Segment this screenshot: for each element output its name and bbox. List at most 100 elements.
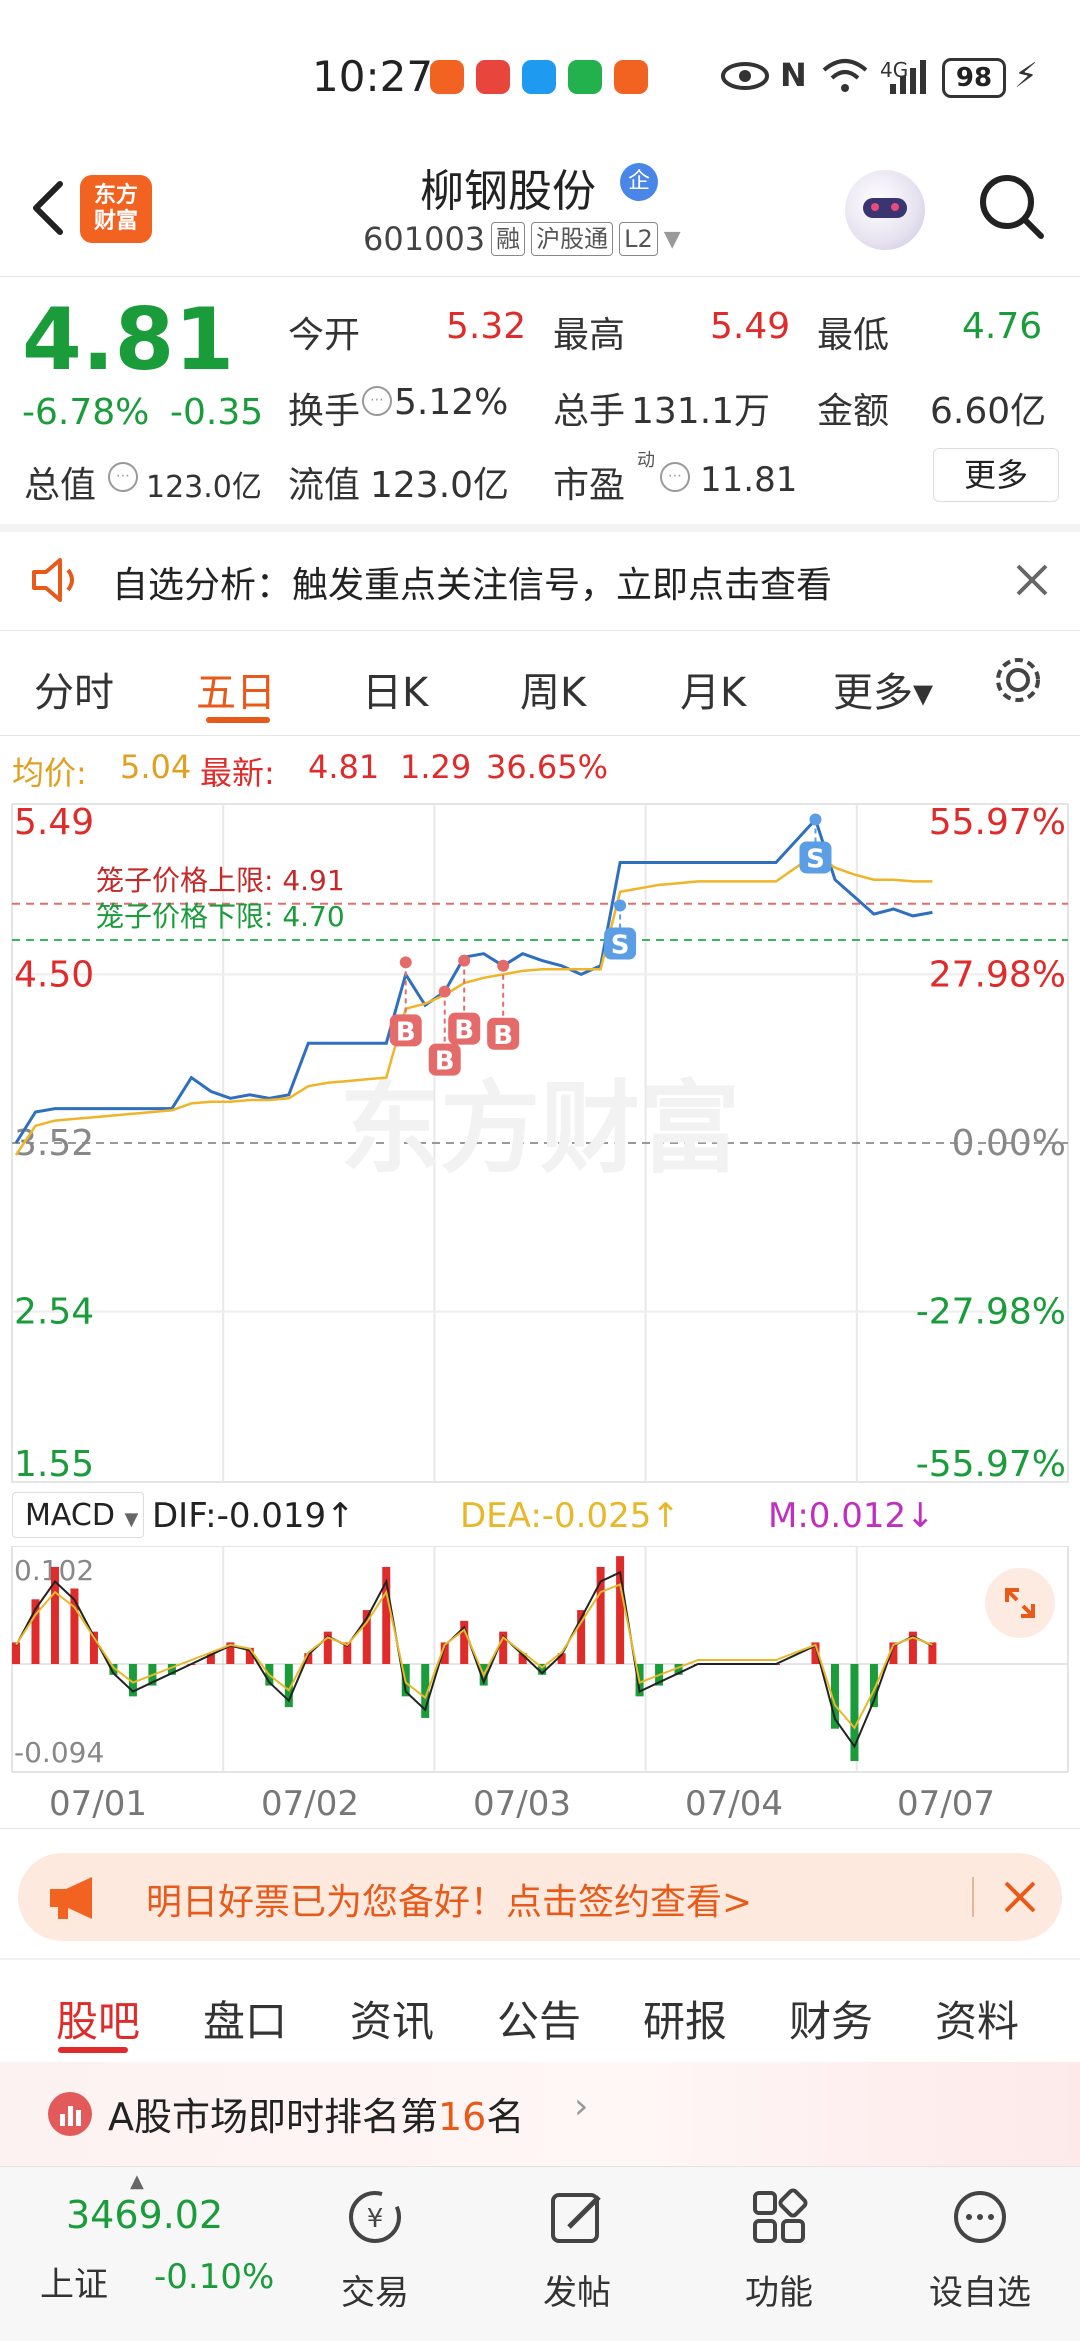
more-quote-button[interactable]: 更多 bbox=[933, 448, 1059, 502]
divider bbox=[0, 735, 1080, 736]
index-change[interactable]: -0.10% bbox=[154, 2257, 274, 2297]
nav-add-watchlist[interactable]: 设自选 bbox=[910, 2181, 1050, 2331]
wifi-icon bbox=[822, 59, 868, 92]
bottom-navigation: ▲ 3469.02 上证 -0.10% ¥ 交易 发帖 功能 设自选 bbox=[0, 2166, 1080, 2341]
app-notification-icon bbox=[430, 60, 464, 94]
volume-value: 131.1万 bbox=[631, 391, 771, 432]
high-value: 5.49 bbox=[710, 306, 791, 347]
trade-marker-label: B bbox=[396, 1017, 416, 1047]
nav-trade[interactable]: ¥ 交易 bbox=[305, 2181, 445, 2331]
pe-label: 市盈 bbox=[553, 465, 626, 506]
close-icon[interactable] bbox=[1002, 1879, 1038, 1915]
tab-announcements[interactable]: 公告 bbox=[497, 1988, 581, 2049]
notice-text: 自选分析：触发重点关注信号，立即点击查看 bbox=[112, 565, 833, 606]
trade-marker-label: B bbox=[454, 1016, 474, 1046]
chevron-up-icon[interactable]: ▲ bbox=[130, 2171, 144, 2192]
tab-forum[interactable]: 股吧 bbox=[56, 1988, 140, 2049]
divider bbox=[0, 630, 1080, 631]
open-label: 今开 bbox=[288, 315, 361, 356]
nav-function[interactable]: 功能 bbox=[709, 2181, 849, 2331]
function-icon bbox=[753, 2188, 808, 2243]
y-axis-tick-right: 0.00% bbox=[952, 1123, 1066, 1164]
macd-indicator-dropdown[interactable]: MACD ▼ bbox=[12, 1492, 144, 1538]
trade-marker-label: S bbox=[806, 844, 825, 874]
float-value-label: 流值 bbox=[288, 465, 361, 506]
latest-change-pct: 36.65% bbox=[486, 748, 609, 786]
tab-order-book[interactable]: 盘口 bbox=[203, 1988, 287, 2049]
ranking-chart-icon bbox=[48, 2092, 92, 2136]
tab-intraday[interactable]: 分时 bbox=[34, 660, 114, 718]
enterprise-badge: 企 bbox=[620, 163, 658, 201]
promo-banner[interactable]: 明日好票已为您备好！点击签约查看> bbox=[18, 1853, 1062, 1941]
avg-price-value: 5.04 bbox=[120, 748, 192, 786]
tab-weekly-k[interactable]: 周K bbox=[520, 660, 586, 718]
open-value: 5.32 bbox=[446, 306, 527, 347]
tab-finance[interactable]: 财务 bbox=[789, 1988, 873, 2049]
message-notification-icon bbox=[522, 60, 556, 94]
stock-code: 601003 bbox=[363, 220, 486, 258]
expand-icon bbox=[1005, 1588, 1035, 1618]
y-axis-tick-right: 55.97% bbox=[929, 802, 1066, 843]
macd-m: M:0.012↓ bbox=[768, 1496, 935, 1536]
rank-text: A股市场即时排名第16名 bbox=[108, 2095, 525, 2139]
nav-trade-label: 交易 bbox=[341, 2273, 409, 2313]
speaker-icon bbox=[32, 558, 74, 602]
y-axis-tick-left: 4.50 bbox=[14, 954, 94, 995]
y-axis-tick-right: 27.98% bbox=[929, 954, 1066, 995]
tab-news[interactable]: 资讯 bbox=[350, 1988, 434, 2049]
info-icon[interactable]: ⋯ bbox=[660, 462, 690, 492]
upper-limit-label: 笼子价格上限: 4.91 bbox=[96, 864, 345, 897]
settings-gear-icon[interactable] bbox=[990, 652, 1046, 708]
tab-research[interactable]: 研报 bbox=[643, 1988, 727, 2049]
pe-dynamic-sup: 动 bbox=[637, 450, 655, 471]
trade-marker-label: B bbox=[493, 1021, 513, 1051]
assistant-robot-icon[interactable] bbox=[845, 170, 925, 250]
tab-daily-k[interactable]: 日K bbox=[362, 660, 428, 718]
pe-value: 11.81 bbox=[700, 460, 798, 500]
divider bbox=[972, 1877, 974, 1917]
x-axis-date-label: 07/01 bbox=[49, 1784, 147, 1824]
total-value: 123.0亿 bbox=[146, 470, 262, 505]
chevron-right-icon[interactable]: › bbox=[574, 2086, 588, 2127]
eye-icon bbox=[721, 62, 769, 90]
tab-profile[interactable]: 资料 bbox=[935, 1988, 1019, 2049]
battery-indicator: 98 bbox=[942, 58, 1006, 98]
charging-icon: ⚡ bbox=[1014, 56, 1038, 96]
search-icon[interactable] bbox=[975, 170, 1047, 242]
avg-price-label: 均价: bbox=[12, 754, 87, 792]
tab-five-day[interactable]: 五日 bbox=[196, 660, 276, 718]
add-watchlist-icon bbox=[954, 2191, 1006, 2243]
total-value-label: 总值 bbox=[24, 465, 97, 506]
low-value: 4.76 bbox=[962, 306, 1043, 347]
wechat-notification-icon bbox=[568, 60, 602, 94]
x-axis-date-label: 07/04 bbox=[685, 1784, 783, 1824]
nav-post[interactable]: 发帖 bbox=[507, 2181, 647, 2331]
status-time: 10:27 bbox=[312, 52, 434, 101]
five-day-price-chart[interactable]: 东方财富 笼子价格上限: 4.91笼子价格下限: 4.70 5.49 55.97% 4.… bbox=[0, 798, 1080, 1488]
nav-function-label: 功能 bbox=[745, 2273, 813, 2313]
macd-chart[interactable]: 0.102-0.094 bbox=[0, 1546, 1080, 1776]
market-rank-row[interactable]: A股市场即时排名第16名 › bbox=[0, 2062, 1080, 2166]
index-value[interactable]: 3469.02 bbox=[66, 2193, 223, 2237]
expand-chart-button[interactable] bbox=[985, 1568, 1055, 1638]
index-name[interactable]: 上证 bbox=[40, 2257, 108, 2306]
close-icon[interactable] bbox=[1014, 562, 1050, 598]
tab-monthly-k[interactable]: 月K bbox=[680, 660, 746, 718]
lower-limit-label: 笼子价格下限: 4.70 bbox=[96, 900, 345, 933]
app-notification-icon bbox=[476, 60, 510, 94]
info-icon[interactable]: ⋯ bbox=[108, 462, 138, 492]
latest-value: 4.81 bbox=[308, 748, 380, 786]
turnover-label: 换手 bbox=[288, 391, 361, 432]
current-price: 4.81 bbox=[22, 290, 235, 390]
back-arrow-icon[interactable] bbox=[28, 178, 68, 238]
active-tab-indicator bbox=[206, 717, 270, 723]
chevron-down-icon[interactable]: ▼ bbox=[664, 227, 681, 252]
divider bbox=[0, 1828, 1080, 1829]
tab-more-periods[interactable]: 更多▾ bbox=[833, 660, 933, 718]
info-icon[interactable]: ⋯ bbox=[362, 386, 392, 416]
divider bbox=[0, 276, 1080, 277]
signal-icon bbox=[890, 60, 926, 94]
tag-level2: L2 bbox=[619, 222, 658, 256]
nfc-icon: N bbox=[780, 56, 807, 94]
notice-bar[interactable]: 自选分析：触发重点关注信号，立即点击查看 bbox=[0, 530, 1080, 630]
